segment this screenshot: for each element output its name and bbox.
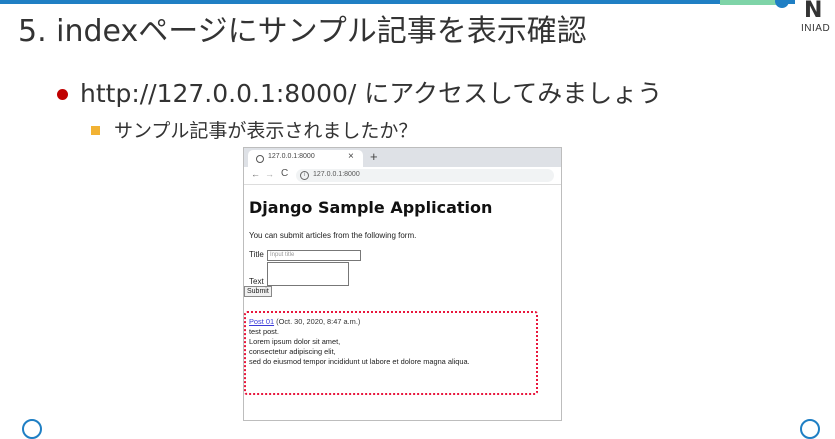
new-tab-icon[interactable]: + [370, 149, 378, 165]
slide-top-rule [0, 0, 795, 4]
slide-bottom-left-dot [22, 419, 42, 439]
post-link[interactable]: Post 01 [249, 317, 274, 326]
post-line: consectetur adipiscing elit, [249, 347, 336, 356]
bullet-level2: サンプル記事が表示されましたか？ [91, 116, 417, 143]
post-line: test post. [249, 327, 279, 336]
slide-top-dot [775, 0, 789, 8]
post-date: (Oct. 30, 2020, 8:47 a.m.) [274, 317, 361, 326]
back-arrow-icon[interactable]: ← [251, 169, 260, 179]
page-intro: You can submit articles from the followi… [249, 231, 417, 240]
address-bar[interactable]: i 127.0.0.1:8000 [296, 169, 554, 182]
logo-text: INIAD [801, 23, 831, 34]
bullet-square-icon [91, 126, 100, 135]
post-line: sed do eiusmod tempor incididunt ut labo… [249, 357, 470, 366]
title-row: Title Input title [249, 250, 554, 262]
text-label: Text [249, 277, 264, 286]
text-row: Text [249, 262, 554, 286]
logo-mark: N [804, 0, 823, 23]
forward-arrow-icon[interactable]: → [265, 169, 274, 179]
info-icon[interactable]: i [300, 171, 309, 180]
browser-tab[interactable]: 127.0.0.1:8000 × [248, 150, 363, 167]
bullet-level2-text: サンプル記事が表示されましたか？ [114, 120, 418, 142]
page-content: Django Sample Application You can submit… [249, 192, 554, 286]
slide-bottom-right-dot [800, 419, 820, 439]
bullet-dot-icon [57, 89, 68, 100]
browser-tab-bar: 127.0.0.1:8000 × + [244, 148, 561, 167]
bullet-level1: http://127.0.0.1:8000/ にアクセスしてみましょう [57, 74, 662, 110]
text-textarea[interactable] [267, 262, 349, 286]
bullet-level1-text: http://127.0.0.1:8000/ にアクセスしてみましょう [80, 79, 663, 108]
post-line: Lorem ipsum dolor sit amet, [249, 337, 341, 346]
reload-icon[interactable]: C [281, 168, 288, 179]
browser-screenshot: 127.0.0.1:8000 × + ← → C i 127.0.0.1:800… [243, 147, 562, 421]
globe-icon [256, 155, 264, 163]
iniad-logo: N INIAD [801, 0, 835, 36]
title-input[interactable]: Input title [267, 250, 361, 261]
close-icon[interactable]: × [348, 151, 354, 162]
address-url: 127.0.0.1:8000 [313, 171, 360, 178]
post-header: Post 01 (Oct. 30, 2020, 8:47 a.m.) [249, 317, 470, 327]
title-label: Title [249, 250, 264, 259]
page-heading: Django Sample Application [249, 198, 493, 217]
tab-title: 127.0.0.1:8000 [268, 153, 315, 160]
post-entry: Post 01 (Oct. 30, 2020, 8:47 a.m.) test … [249, 317, 470, 367]
post-highlight-box: Post 01 (Oct. 30, 2020, 8:47 a.m.) test … [244, 311, 538, 395]
submit-button[interactable]: Submit [244, 286, 272, 297]
slide-title: 5. indexページにサンプル記事を表示確認 [18, 14, 587, 49]
browser-toolbar: ← → C i 127.0.0.1:8000 [244, 167, 561, 185]
